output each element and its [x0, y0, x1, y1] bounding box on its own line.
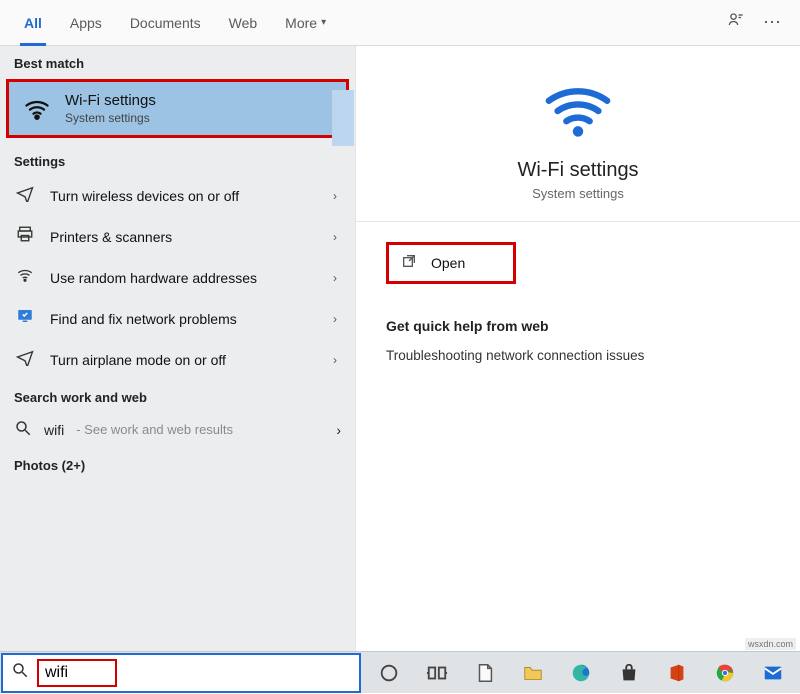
- search-icon: [3, 661, 37, 684]
- setting-random-hw-addr[interactable]: Use random hardware addresses ›: [0, 257, 355, 298]
- best-match-result[interactable]: Wi-Fi settings System settings: [6, 79, 349, 138]
- chevron-right-icon: ›: [333, 230, 341, 244]
- open-button[interactable]: Open: [386, 242, 516, 284]
- taskbar-task-view[interactable]: [413, 652, 461, 694]
- chevron-right-icon: ›: [333, 353, 341, 367]
- feedback-icon[interactable]: [718, 10, 754, 35]
- chevron-right-icon: ›: [333, 271, 341, 285]
- document-icon: [474, 662, 496, 684]
- airplane-icon: [14, 184, 36, 207]
- selection-strip: [332, 90, 354, 146]
- search-icon: [14, 419, 32, 440]
- web-search-term: wifi: [44, 422, 64, 438]
- airplane-icon: [14, 348, 36, 371]
- preview-subtitle: System settings: [532, 186, 624, 201]
- setting-printers-scanners[interactable]: Printers & scanners ›: [0, 216, 355, 257]
- open-icon: [401, 253, 417, 273]
- best-match-subtitle: System settings: [65, 111, 156, 125]
- taskbar-app-store[interactable]: [605, 652, 653, 694]
- taskbar-app-office[interactable]: [653, 652, 701, 694]
- taskbar-app-chrome[interactable]: [701, 652, 749, 694]
- preview-hero: Wi-Fi settings System settings: [356, 76, 800, 221]
- taskbar-app-libreoffice[interactable]: [461, 652, 509, 694]
- task-view-icon: [426, 662, 448, 684]
- open-label: Open: [431, 255, 465, 271]
- troubleshoot-icon: [14, 307, 36, 330]
- chevron-down-icon: ▾: [321, 17, 326, 28]
- results-panel: Best match Wi-Fi settings System setting…: [0, 46, 355, 651]
- taskbar: [0, 651, 800, 693]
- tab-more[interactable]: More▾: [271, 0, 340, 46]
- setting-airplane-mode[interactable]: Turn airplane mode on or off ›: [0, 339, 355, 380]
- edge-icon: [570, 662, 592, 684]
- printer-icon: [14, 225, 36, 248]
- tab-documents[interactable]: Documents: [116, 0, 215, 46]
- tab-all[interactable]: All: [10, 0, 56, 46]
- help-link-network-troubleshoot[interactable]: Troubleshooting network connection issue…: [386, 348, 770, 363]
- preview-panel: Wi-Fi settings System settings Open Get …: [355, 46, 800, 651]
- office-icon: [666, 662, 688, 684]
- tab-apps[interactable]: Apps: [56, 0, 116, 46]
- search-input[interactable]: [45, 664, 105, 682]
- quick-help-heading: Get quick help from web: [386, 318, 770, 334]
- chevron-right-icon: ›: [333, 189, 341, 203]
- taskbar-app-files[interactable]: [509, 652, 557, 694]
- more-options-icon[interactable]: ⋯: [754, 12, 790, 33]
- section-best-match: Best match: [0, 46, 355, 77]
- setting-label: Turn wireless devices on or off: [50, 188, 319, 204]
- tab-web[interactable]: Web: [215, 0, 272, 46]
- section-photos[interactable]: Photos (2+): [0, 448, 355, 479]
- section-search-work-web: Search work and web: [0, 380, 355, 411]
- web-search-hint: - See work and web results: [76, 422, 233, 437]
- search-tabs: All Apps Documents Web More▾ ⋯: [0, 0, 800, 46]
- wifi-icon: [543, 76, 613, 151]
- taskbar-app-edge[interactable]: [557, 652, 605, 694]
- setting-label: Find and fix network problems: [50, 311, 319, 327]
- mail-icon: [762, 662, 784, 684]
- setting-label: Printers & scanners: [50, 229, 319, 245]
- taskbar-app-mail[interactable]: [749, 652, 797, 694]
- section-settings: Settings: [0, 144, 355, 175]
- wifi-icon: [23, 95, 51, 123]
- chevron-right-icon: ›: [333, 312, 341, 326]
- wifi-icon: [14, 266, 36, 289]
- taskbar-cortana[interactable]: [365, 652, 413, 694]
- setting-label: Use random hardware addresses: [50, 270, 319, 286]
- shopping-bag-icon: [618, 662, 640, 684]
- taskbar-search[interactable]: [1, 653, 361, 693]
- folder-icon: [522, 662, 544, 684]
- chrome-icon: [714, 662, 736, 684]
- quick-help: Get quick help from web Troubleshooting …: [386, 318, 770, 363]
- best-match-title: Wi-Fi settings: [65, 92, 156, 109]
- search-input-highlight: [37, 659, 117, 687]
- setting-label: Turn airplane mode on or off: [50, 352, 319, 368]
- preview-title: Wi-Fi settings: [517, 159, 638, 182]
- chevron-right-icon: ›: [336, 422, 341, 438]
- circle-icon: [378, 662, 400, 684]
- watermark: wsxdn.com: [745, 638, 796, 650]
- setting-network-troubleshoot[interactable]: Find and fix network problems ›: [0, 298, 355, 339]
- setting-wireless-toggle[interactable]: Turn wireless devices on or off ›: [0, 175, 355, 216]
- web-search-suggestion[interactable]: wifi - See work and web results ›: [0, 411, 355, 448]
